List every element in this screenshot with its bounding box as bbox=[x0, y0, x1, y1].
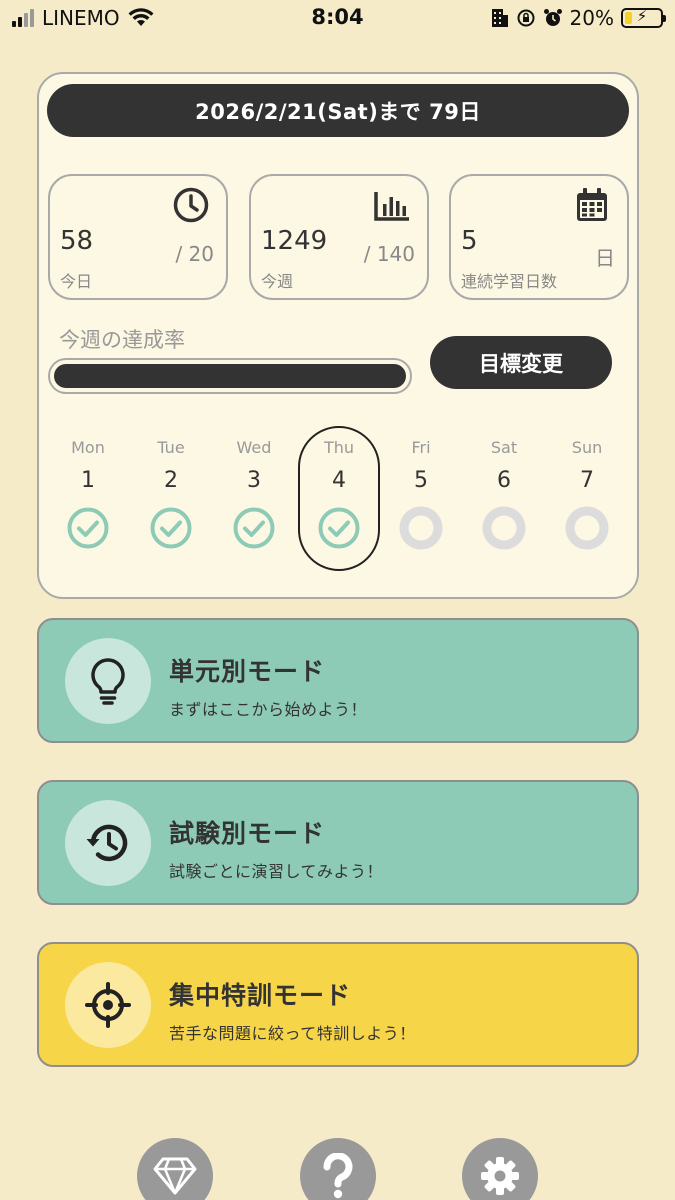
change-goal-button[interactable]: 目標変更 bbox=[430, 336, 612, 389]
stat-today: 58 / 20 今日 bbox=[48, 174, 228, 300]
mode-icon-circle bbox=[65, 962, 151, 1048]
history-icon bbox=[86, 824, 128, 862]
day-mon: Mon 1 bbox=[47, 426, 129, 571]
check-circle-icon bbox=[67, 507, 109, 549]
check-circle-icon bbox=[318, 507, 360, 549]
stat-today-target: / 20 bbox=[175, 242, 214, 266]
stat-today-value: 58 bbox=[60, 226, 94, 256]
empty-circle-icon bbox=[482, 506, 526, 550]
day-name: Mon bbox=[71, 438, 105, 457]
check-circle-icon bbox=[150, 507, 192, 549]
day-number: 5 bbox=[414, 468, 428, 493]
help-button[interactable] bbox=[300, 1138, 376, 1200]
status-right: 20% ⚡ bbox=[491, 6, 666, 30]
day-name: Tue bbox=[157, 438, 185, 457]
building-icon bbox=[491, 9, 508, 27]
focus-mode-button[interactable]: 集中特訓モード 苦手な問題に絞って特訓しよう！ bbox=[37, 942, 639, 1067]
mode-subtitle: まずはここから始めよう！ bbox=[169, 700, 368, 719]
day-fri: Fri 5 bbox=[380, 426, 462, 571]
day-number: 2 bbox=[164, 468, 178, 493]
weekly-progress-fill bbox=[54, 364, 406, 388]
weekly-rate-label: 今週の達成率 bbox=[59, 328, 185, 352]
day-sun: Sun 7 bbox=[546, 426, 628, 571]
day-wed: Wed 3 bbox=[213, 426, 295, 571]
day-name: Fri bbox=[411, 438, 431, 457]
status-bar: LINEMO 8:04 20% ⚡ bbox=[0, 0, 675, 38]
empty-circle-icon bbox=[399, 506, 443, 550]
day-name: Thu bbox=[323, 438, 355, 457]
diamond-icon bbox=[153, 1157, 197, 1195]
stat-week: 1249 / 140 今週 bbox=[249, 174, 429, 300]
day-number: 3 bbox=[247, 468, 261, 493]
day-sat: Sat 6 bbox=[463, 426, 545, 571]
day-tue: Tue 2 bbox=[130, 426, 212, 571]
gear-icon bbox=[481, 1157, 519, 1195]
day-thu-today: Thu 4 bbox=[298, 426, 380, 571]
stat-streak-unit: 日 bbox=[595, 246, 615, 270]
day-number: 6 bbox=[497, 468, 511, 493]
battery-icon: ⚡ bbox=[621, 7, 666, 28]
mode-subtitle: 試験ごとに演習してみよう！ bbox=[169, 862, 384, 881]
premium-button[interactable] bbox=[137, 1138, 213, 1200]
stat-week-label: 今週 bbox=[261, 272, 294, 291]
battery-percent: 20% bbox=[569, 6, 614, 30]
mode-subtitle: 苦手な問題に絞って特訓しよう！ bbox=[169, 1024, 416, 1043]
stat-week-target: / 140 bbox=[363, 242, 415, 266]
dashboard-card: 2026/2/21(Sat)まで 79日 58 / 20 今日 1249 / 1… bbox=[37, 72, 639, 599]
clock-icon bbox=[173, 187, 209, 223]
stat-week-value: 1249 bbox=[261, 226, 328, 256]
stat-streak-value: 5 bbox=[461, 226, 478, 256]
settings-button[interactable] bbox=[462, 1138, 538, 1200]
calendar-icon bbox=[577, 188, 607, 221]
day-number: 7 bbox=[580, 468, 594, 493]
rotation-lock-icon bbox=[517, 9, 535, 27]
stat-today-label: 今日 bbox=[60, 272, 93, 291]
mode-title: 試験別モード bbox=[169, 819, 326, 848]
day-number: 1 bbox=[81, 468, 95, 493]
mode-icon-circle bbox=[65, 800, 151, 886]
crosshair-icon bbox=[85, 982, 131, 1028]
week-calendar: Mon 1 Tue 2 Wed 3 Thu 4 Fri 5 Sat 6 Sun … bbox=[47, 426, 631, 571]
day-name: Wed bbox=[236, 438, 272, 457]
check-circle-icon bbox=[233, 507, 275, 549]
unit-mode-button[interactable]: 単元別モード まずはここから始めよう！ bbox=[37, 618, 639, 743]
mode-title: 集中特訓モード bbox=[169, 981, 352, 1010]
help-icon bbox=[323, 1153, 353, 1199]
mode-title: 単元別モード bbox=[169, 657, 326, 686]
stat-streak: 5 日 連続学習日数 bbox=[449, 174, 629, 300]
empty-circle-icon bbox=[565, 506, 609, 550]
bar-chart-icon bbox=[374, 192, 409, 221]
alarm-icon bbox=[543, 9, 562, 26]
day-number: 4 bbox=[332, 468, 346, 493]
lightbulb-icon bbox=[91, 658, 125, 705]
day-name: Sat bbox=[490, 438, 518, 457]
day-name: Sun bbox=[571, 438, 603, 457]
exam-countdown: 2026/2/21(Sat)まで 79日 bbox=[47, 84, 629, 137]
weekly-progress-bar bbox=[48, 358, 412, 394]
stat-streak-label: 連続学習日数 bbox=[461, 272, 558, 291]
mode-icon-circle bbox=[65, 638, 151, 724]
exam-mode-button[interactable]: 試験別モード 試験ごとに演習してみよう！ bbox=[37, 780, 639, 905]
